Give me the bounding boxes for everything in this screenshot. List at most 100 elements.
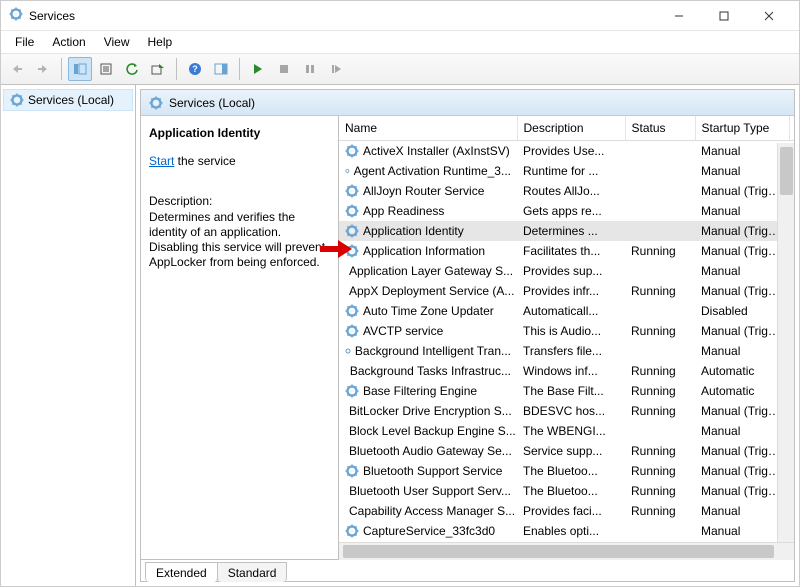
gear-icon xyxy=(345,164,350,178)
table-row[interactable]: Base Filtering EngineThe Base Filt...Run… xyxy=(339,381,794,401)
table-row[interactable]: CaptureService_33fc3d0Enables opti...Man… xyxy=(339,521,794,541)
table-row[interactable]: Background Intelligent Tran...Transfers … xyxy=(339,341,794,361)
horizontal-scrollbar[interactable] xyxy=(339,542,794,559)
start-suffix: the service xyxy=(174,154,235,168)
table-row[interactable]: Application IdentityDetermines ...Manual… xyxy=(339,221,794,241)
service-name: Bluetooth User Support Serv... xyxy=(349,484,511,498)
service-startup: Manual (Trigg... xyxy=(695,401,789,421)
table-row[interactable]: Agent Activation Runtime_3...Runtime for… xyxy=(339,161,794,181)
table-row[interactable]: App ReadinessGets apps re...ManualLoc xyxy=(339,201,794,221)
table-row[interactable]: Bluetooth User Support Serv... The Blueto… xyxy=(339,481,794,501)
show-hide-tree-button[interactable] xyxy=(68,57,92,81)
menu-help[interactable]: Help xyxy=(140,33,181,51)
table-row[interactable]: ActiveX Installer (AxInstSV)Provides Use… xyxy=(339,141,794,161)
table-row[interactable]: BitLocker Drive Encryption S... BDESVC ho… xyxy=(339,401,794,421)
service-name: CaptureService_33fc3d0 xyxy=(363,524,495,538)
separator-icon xyxy=(61,58,62,80)
service-description: The Bluetoo... xyxy=(517,481,625,501)
tab-extended[interactable]: Extended xyxy=(145,562,218,582)
table-row[interactable]: Auto Time Zone UpdaterAutomaticall...Dis… xyxy=(339,301,794,321)
nav-item-services-local[interactable]: Services (Local) xyxy=(3,89,133,111)
service-name: Block Level Backup Engine S... xyxy=(349,424,516,438)
service-status: Running xyxy=(625,361,695,381)
restart-service-button[interactable] xyxy=(324,57,348,81)
close-button[interactable] xyxy=(746,1,791,30)
column-header-startup[interactable]: Startup Type xyxy=(695,116,789,141)
vertical-scrollbar[interactable] xyxy=(777,143,794,542)
table-row[interactable]: Block Level Backup Engine S...The WBENGI… xyxy=(339,421,794,441)
content-header: Services (Local) xyxy=(141,90,794,116)
service-description: BDESVC hos... xyxy=(517,401,625,421)
export-list-button[interactable] xyxy=(146,57,170,81)
service-status: Running xyxy=(625,441,695,461)
service-startup: Manual (Trigg... xyxy=(695,281,789,301)
table-row[interactable]: AVCTP serviceThis is Audio...RunningManu… xyxy=(339,321,794,341)
column-header-description[interactable]: Description xyxy=(517,116,625,141)
service-description: Routes AllJo... xyxy=(517,181,625,201)
scrollbar-thumb[interactable] xyxy=(780,147,793,195)
service-startup: Manual xyxy=(695,161,789,181)
service-description: Provides infr... xyxy=(517,281,625,301)
menu-view[interactable]: View xyxy=(96,33,138,51)
tab-standard[interactable]: Standard xyxy=(217,562,288,582)
service-status xyxy=(625,181,695,201)
service-name: Bluetooth Audio Gateway Se... xyxy=(349,444,512,458)
svg-text:?: ? xyxy=(192,64,198,74)
service-startup: Automatic xyxy=(695,361,789,381)
column-header-logon[interactable]: Log On As xyxy=(789,116,794,141)
service-name: Background Intelligent Tran... xyxy=(355,344,511,358)
gear-icon xyxy=(345,344,351,358)
menu-action[interactable]: Action xyxy=(44,33,93,51)
menu-file[interactable]: File xyxy=(7,33,42,51)
action-pane-button[interactable] xyxy=(209,57,233,81)
gear-icon xyxy=(345,244,359,258)
table-row[interactable]: Application Layer Gateway S...Provides s… xyxy=(339,261,794,281)
table-row[interactable]: Application InformationFacilitates th...… xyxy=(339,241,794,261)
minimize-button[interactable] xyxy=(656,1,701,30)
service-name: AllJoyn Router Service xyxy=(363,184,484,198)
table-row[interactable]: AppX Deployment Service (A...Provides in… xyxy=(339,281,794,301)
service-name: Agent Activation Runtime_3... xyxy=(354,164,511,178)
description-text: Determines and verifies the identity of … xyxy=(149,210,328,270)
scrollbar-thumb[interactable] xyxy=(343,545,774,558)
back-button[interactable] xyxy=(5,57,29,81)
table-row[interactable]: AllJoyn Router ServiceRoutes AllJo...Man… xyxy=(339,181,794,201)
detail-service-name: Application Identity xyxy=(149,126,328,140)
help-button[interactable]: ? xyxy=(183,57,207,81)
service-name: Capability Access Manager S... xyxy=(349,504,515,518)
table-row[interactable]: Capability Access Manager S...Provides f… xyxy=(339,501,794,521)
table-row[interactable]: Bluetooth Support ServiceThe Bluetoo...R… xyxy=(339,461,794,481)
forward-button[interactable] xyxy=(31,57,55,81)
service-startup: Manual (Trigg... xyxy=(695,461,789,481)
table-row[interactable]: Bluetooth Audio Gateway Se...Service sup… xyxy=(339,441,794,461)
service-status xyxy=(625,261,695,281)
start-service-button[interactable] xyxy=(246,57,270,81)
service-status: Running xyxy=(625,241,695,261)
stop-service-button[interactable] xyxy=(272,57,296,81)
detail-pane: Application Identity Start the service D… xyxy=(141,116,339,559)
service-description: This is Audio... xyxy=(517,321,625,341)
table-row[interactable]: Background Tasks Infrastruc...Windows in… xyxy=(339,361,794,381)
properties-button[interactable] xyxy=(94,57,118,81)
start-service-line: Start the service xyxy=(149,154,328,168)
refresh-button[interactable] xyxy=(120,57,144,81)
gear-icon xyxy=(149,96,163,110)
column-header-name[interactable]: Name xyxy=(339,116,517,141)
maximize-button[interactable] xyxy=(701,1,746,30)
nav-item-label: Services (Local) xyxy=(28,93,114,107)
service-name: Background Tasks Infrastruc... xyxy=(350,364,511,378)
service-name: BitLocker Drive Encryption S... xyxy=(349,404,512,418)
gear-icon xyxy=(345,364,346,378)
service-status: Running xyxy=(625,281,695,301)
service-status xyxy=(625,521,695,541)
service-status: Running xyxy=(625,401,695,421)
service-description: Facilitates th... xyxy=(517,241,625,261)
services-table: Name Description Status Startup Type Log… xyxy=(339,116,794,542)
start-service-link[interactable]: Start xyxy=(149,154,174,168)
service-description: Automaticall... xyxy=(517,301,625,321)
pause-service-button[interactable] xyxy=(298,57,322,81)
separator-icon xyxy=(239,58,240,80)
separator-icon xyxy=(176,58,177,80)
column-header-status[interactable]: Status xyxy=(625,116,695,141)
gear-icon xyxy=(345,524,359,538)
